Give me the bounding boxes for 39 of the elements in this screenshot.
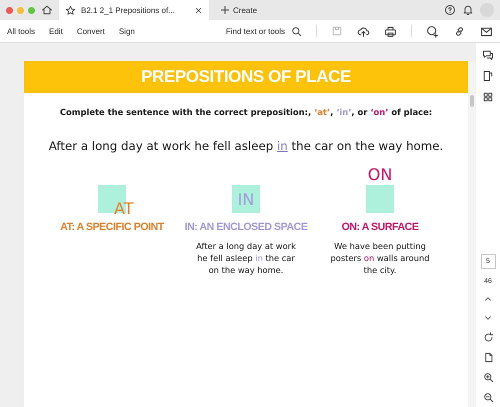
preposition-heading: AT: A SPECIFIC POINT: [60, 221, 164, 233]
menu-item[interactable]: Edit: [49, 26, 63, 36]
search-icon: [291, 26, 302, 36]
print-icon[interactable]: [384, 24, 397, 38]
search-field[interactable]: Find text or tools: [226, 26, 302, 36]
home-icon[interactable]: [41, 4, 53, 16]
example-sentence: After a long day at work he fell asleep in the car on the way home.: [48, 139, 444, 153]
menu-item[interactable]: Sign: [118, 26, 135, 36]
close-icon[interactable]: [194, 6, 203, 14]
scrollbar-thumb[interactable]: [470, 95, 474, 107]
grid-icon[interactable]: [482, 91, 494, 103]
plus-icon: [221, 6, 229, 14]
menu-item[interactable]: All tools: [7, 26, 36, 36]
preposition-heading: ON: A SURFACE: [342, 221, 418, 233]
example-text: After a long day at work he fell asleep in the car on the way home.: [195, 240, 297, 276]
mail-icon[interactable]: [480, 24, 493, 38]
zoom-in-icon[interactable]: [482, 372, 494, 383]
close-window-button[interactable]: [6, 6, 13, 14]
preposition-heading: IN: AN ENCLOSED SPACE: [184, 221, 308, 233]
link-icon[interactable]: [453, 24, 466, 38]
menu-item[interactable]: Convert: [76, 26, 105, 36]
slide-title: PREPOSITIONS OF PLACE: [141, 67, 351, 87]
comment-icon[interactable]: [482, 49, 494, 61]
star-icon[interactable]: [65, 4, 76, 16]
instruction-text: Complete the sentence with the correct preposition:, ‘at’, ‘in’, or ‘on’ of place:: [58, 107, 434, 117]
word-label: IN: [238, 190, 254, 208]
cloud-upload-icon[interactable]: [357, 24, 370, 38]
word-label: AT: [114, 199, 134, 218]
tab-title: B2.1 2_1 Prepositions of...: [81, 6, 176, 14]
page-icon[interactable]: [482, 352, 494, 363]
create-tab-button[interactable]: Create: [215, 6, 264, 14]
zoom-out-icon[interactable]: [482, 392, 494, 403]
refresh-icon[interactable]: [482, 332, 494, 343]
word-label: ON: [368, 165, 392, 184]
square-shape: [366, 185, 394, 213]
document-tab[interactable]: B2.1 2_1 Prepositions of...: [59, 0, 209, 20]
example-text: We have been putting posters on walls around the city.: [329, 240, 430, 276]
help-icon[interactable]: [444, 4, 456, 16]
bell-icon[interactable]: [462, 4, 474, 16]
